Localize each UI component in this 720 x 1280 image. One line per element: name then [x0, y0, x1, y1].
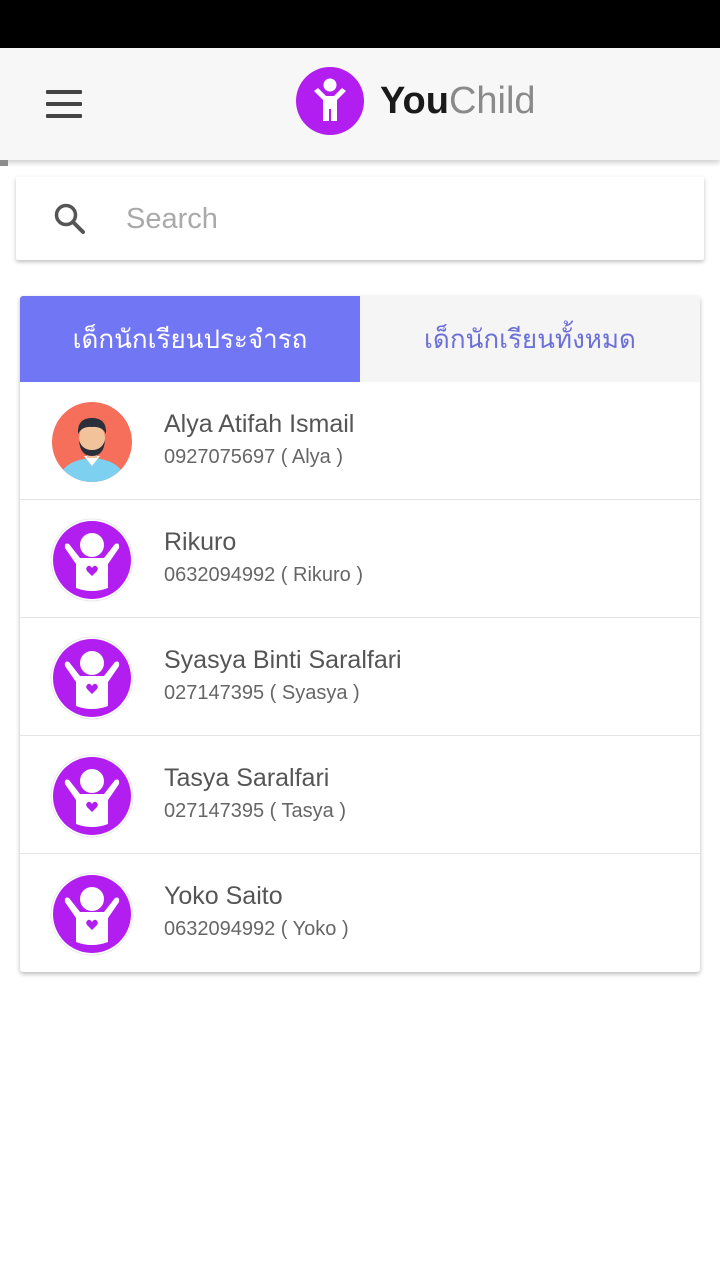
- student-name: Rikuro: [164, 528, 237, 556]
- student-row[interactable]: Alya Atifah Ismail 0927075697 ( Alya ): [20, 382, 700, 500]
- tab-bus-students[interactable]: เด็กนักเรียนประจำรถ: [20, 296, 360, 382]
- logo-you-text: You: [380, 80, 449, 122]
- child-avatar-icon: [50, 518, 134, 602]
- app-logo: YouChild: [296, 66, 536, 136]
- status-bar: [0, 0, 720, 48]
- student-phone: 0632094992 ( Yoko ): [164, 918, 349, 940]
- student-list: Alya Atifah Ismail 0927075697 ( Alya ) R…: [20, 382, 700, 972]
- scroll-indicator: [0, 160, 8, 166]
- child-avatar-icon: [50, 636, 134, 720]
- student-phone: 027147395 ( Syasya ): [164, 682, 360, 704]
- search-input[interactable]: [126, 195, 686, 243]
- menu-button[interactable]: [40, 84, 88, 124]
- student-name: Alya Atifah Ismail: [164, 410, 355, 438]
- app-bar: YouChild: [0, 48, 720, 160]
- student-card: เด็กนักเรียนประจำรถ เด็กนักเรียนทั้งหมด …: [20, 296, 700, 972]
- student-name: Tasya Saralfari: [164, 764, 330, 792]
- student-phone: 027147395 ( Tasya ): [164, 800, 346, 822]
- student-name: Yoko Saito: [164, 882, 283, 910]
- student-row[interactable]: Rikuro 0632094992 ( Rikuro ): [20, 500, 700, 618]
- student-phone: 0927075697 ( Alya ): [164, 446, 344, 468]
- logo-child-text: Child: [448, 80, 536, 122]
- man-avatar-icon: [52, 402, 132, 482]
- child-logo-icon: [296, 67, 364, 135]
- tab-all-students[interactable]: เด็กนักเรียนทั้งหมด: [360, 296, 700, 382]
- app-title: YouChild: [380, 82, 536, 120]
- student-row[interactable]: Syasya Binti Saralfari 027147395 ( Syasy…: [20, 618, 700, 736]
- student-row[interactable]: Tasya Saralfari 027147395 ( Tasya ): [20, 736, 700, 854]
- search-bar[interactable]: [16, 177, 704, 260]
- hamburger-line: [46, 114, 82, 118]
- child-avatar-icon: [50, 872, 134, 956]
- hamburger-line: [46, 90, 82, 94]
- student-row[interactable]: Yoko Saito 0632094992 ( Yoko ): [20, 854, 700, 972]
- search-icon: [54, 203, 85, 234]
- student-phone: 0632094992 ( Rikuro ): [164, 564, 364, 586]
- student-name: Syasya Binti Saralfari: [164, 646, 402, 674]
- student-tabs: เด็กนักเรียนประจำรถ เด็กนักเรียนทั้งหมด: [20, 296, 700, 382]
- child-avatar-icon: [50, 754, 134, 838]
- hamburger-line: [46, 102, 82, 106]
